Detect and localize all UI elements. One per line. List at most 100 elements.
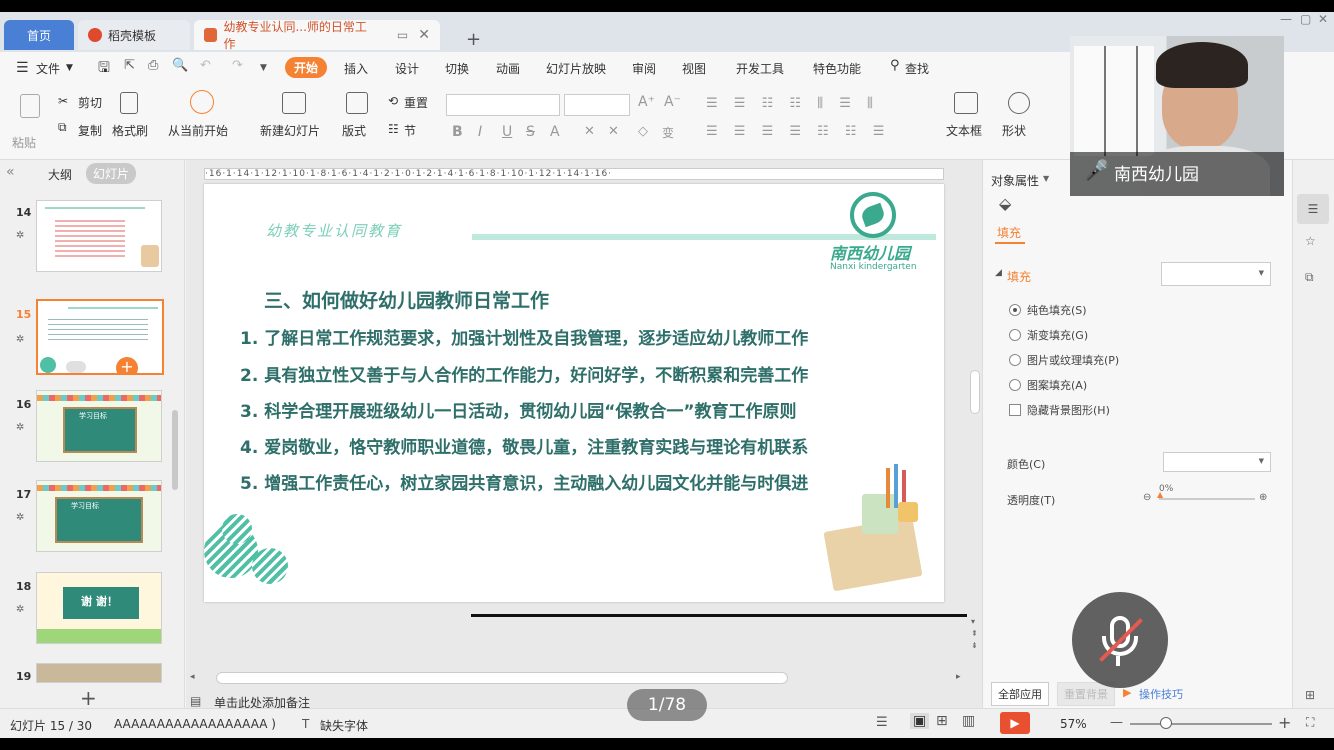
slide-thumbnail-14[interactable] bbox=[36, 200, 162, 272]
fit-window-icon[interactable]: ⛶ bbox=[1306, 715, 1314, 730]
phonetic-button[interactable]: 变 bbox=[662, 124, 674, 141]
menu-insert[interactable]: 插入 bbox=[344, 60, 368, 77]
play-icon[interactable] bbox=[66, 361, 86, 373]
scissors-icon[interactable]: ✂ bbox=[58, 94, 68, 108]
decrease-font-icon[interactable]: A⁻ bbox=[664, 94, 681, 110]
menu-special[interactable]: 特色功能 bbox=[813, 60, 861, 77]
menu-animation[interactable]: 动画 bbox=[496, 60, 520, 77]
radio-gradient-fill[interactable]: 渐变填充(G) bbox=[1009, 327, 1088, 343]
menu-start[interactable]: 开始 bbox=[285, 57, 328, 78]
export-icon[interactable]: ⇱ bbox=[124, 58, 135, 73]
new-tab-icon[interactable]: + bbox=[456, 24, 491, 54]
properties-icon[interactable]: ☰ bbox=[1297, 194, 1329, 224]
menu-view[interactable]: 视图 bbox=[682, 60, 706, 77]
star-icon[interactable]: ☆ bbox=[1305, 234, 1316, 248]
print-preview-icon[interactable]: 🔍 bbox=[172, 58, 188, 73]
tab-fill[interactable]: 填充 bbox=[997, 224, 1021, 241]
slide-thumbnail-18[interactable]: 谢 谢！ bbox=[36, 572, 162, 644]
tab-pin-icon[interactable]: ▭ bbox=[397, 28, 408, 42]
cut-button[interactable]: 剪切 bbox=[78, 94, 102, 111]
tab-home[interactable]: 首页 bbox=[4, 20, 74, 50]
copy-button[interactable]: 复制 bbox=[78, 122, 102, 139]
new-slide-button[interactable]: 新建幻灯片 bbox=[260, 122, 320, 139]
paste-icon[interactable] bbox=[20, 94, 40, 118]
scroll-left-icon[interactable]: ◂ bbox=[190, 672, 195, 682]
zoom-in-icon[interactable]: + bbox=[1278, 713, 1291, 732]
section-icon[interactable]: ☷ bbox=[388, 122, 399, 136]
subscript-icon[interactable]: ✕ bbox=[608, 124, 619, 139]
search-icon[interactable]: ⚲ bbox=[890, 58, 900, 73]
menu-review[interactable]: 审阅 bbox=[632, 60, 656, 77]
apps-grid-icon[interactable]: ⊞ bbox=[1305, 688, 1315, 702]
tab-docer[interactable]: 稻壳模板 bbox=[78, 20, 190, 50]
tips-link[interactable]: 操作技巧 bbox=[1139, 686, 1183, 702]
shape-button[interactable]: 形状 bbox=[1002, 122, 1026, 139]
reset-button[interactable]: 重置 bbox=[404, 94, 428, 111]
fill-type-select[interactable]: ▼ bbox=[1161, 262, 1271, 286]
textbox-button[interactable]: 文本框 bbox=[946, 122, 982, 139]
shape-icon[interactable] bbox=[1008, 92, 1030, 114]
paste-button[interactable]: 粘贴 bbox=[12, 134, 36, 151]
tab-document[interactable]: 幼教专业认同...师的日常工作 ▭ ✕ bbox=[194, 20, 440, 51]
menu-transition[interactable]: 切换 bbox=[445, 60, 469, 77]
radio-button[interactable] bbox=[1009, 354, 1021, 366]
slide-thumbnail-19[interactable] bbox=[36, 663, 162, 683]
add-slide-icon[interactable]: + bbox=[116, 357, 138, 373]
redo-icon[interactable]: ↷ bbox=[232, 58, 243, 73]
color-select[interactable]: ▼ bbox=[1163, 452, 1271, 472]
radio-button[interactable] bbox=[1009, 329, 1021, 341]
radio-button[interactable] bbox=[1009, 304, 1021, 316]
zoom-slider[interactable] bbox=[1130, 723, 1272, 725]
align-icons[interactable]: ☰ ☰ ☰ ☰ ☷ ☷ ☰ bbox=[706, 124, 890, 139]
play-from-current-button[interactable]: 从当前开始 bbox=[168, 122, 228, 139]
menu-hamburger-icon[interactable]: ☰ bbox=[16, 60, 29, 76]
layout-button[interactable]: 版式 bbox=[342, 122, 366, 139]
quick-access-more-icon[interactable]: ▼ bbox=[260, 63, 267, 73]
undo-icon[interactable]: ↶ bbox=[200, 58, 211, 73]
vertical-scrollbar[interactable] bbox=[970, 370, 980, 414]
format-painter-button[interactable]: 格式刷 bbox=[112, 122, 148, 139]
menu-developer[interactable]: 开发工具 bbox=[736, 60, 784, 77]
clear-format-icon[interactable]: ◇ bbox=[638, 124, 648, 139]
normal-view-icon[interactable]: ▣ bbox=[910, 713, 930, 729]
transparency-slider[interactable] bbox=[1159, 498, 1255, 500]
radio-pattern-fill[interactable]: 图案填充(A) bbox=[1009, 377, 1087, 393]
print-icon[interactable]: ⎙ bbox=[148, 58, 158, 73]
section-button[interactable]: 节 bbox=[404, 122, 416, 139]
list-format-icons[interactable]: ☰ ☰ ☷ ☷ ⫼ ☰ ⫼ bbox=[706, 96, 879, 111]
font-size-select[interactable] bbox=[564, 94, 630, 116]
checkbox[interactable] bbox=[1009, 404, 1021, 416]
chevron-down-icon[interactable]: ▼ bbox=[1043, 174, 1049, 183]
zoom-value[interactable]: 57% bbox=[1060, 717, 1087, 731]
reset-icon[interactable]: ⟲ bbox=[388, 94, 398, 108]
slide-thumbnail-16[interactable]: 学习目标 bbox=[36, 390, 162, 462]
save-icon[interactable]: 🖫 bbox=[98, 57, 110, 81]
font-name-select[interactable] bbox=[446, 94, 560, 116]
menu-slideshow[interactable]: 幻灯片放映 bbox=[546, 60, 606, 77]
zoom-slider-thumb[interactable] bbox=[1160, 717, 1172, 729]
slide-thumbnail-15[interactable]: + bbox=[36, 299, 164, 375]
strikethrough-icon[interactable]: S bbox=[526, 124, 535, 140]
menu-search[interactable]: 查找 bbox=[905, 60, 929, 77]
underline-icon[interactable]: U bbox=[502, 124, 512, 140]
transform-icon[interactable]: ⧉ bbox=[1305, 270, 1314, 285]
missing-font-button[interactable]: 缺失字体 bbox=[320, 717, 368, 734]
collapse-icon[interactable]: ◢ bbox=[995, 268, 1002, 278]
menu-design[interactable]: 设计 bbox=[395, 60, 419, 77]
panel-scrollbar[interactable] bbox=[172, 410, 178, 490]
menu-file[interactable]: 文件 bbox=[36, 60, 60, 77]
zoom-out-icon[interactable]: — bbox=[1110, 715, 1123, 730]
slide-thumbnail-17[interactable]: 学习目标 bbox=[36, 480, 162, 552]
apply-all-button[interactable]: 全部应用 bbox=[991, 682, 1049, 706]
radio-picture-fill[interactable]: 图片或纹理填充(P) bbox=[1009, 352, 1119, 368]
textbox-icon[interactable] bbox=[954, 92, 978, 114]
window-maximize-icon[interactable]: ▢ bbox=[1300, 12, 1311, 26]
layout-icon[interactable] bbox=[346, 92, 368, 114]
radio-button[interactable] bbox=[1009, 379, 1021, 391]
play-from-current-icon[interactable] bbox=[190, 90, 214, 114]
italic-icon[interactable]: I bbox=[478, 124, 482, 140]
tab-slides[interactable]: 幻灯片 bbox=[86, 163, 137, 184]
bold-icon[interactable]: B bbox=[452, 124, 463, 140]
collapse-panel-icon[interactable]: « bbox=[6, 164, 15, 180]
play-slideshow-icon[interactable]: ▶ bbox=[1000, 712, 1030, 734]
